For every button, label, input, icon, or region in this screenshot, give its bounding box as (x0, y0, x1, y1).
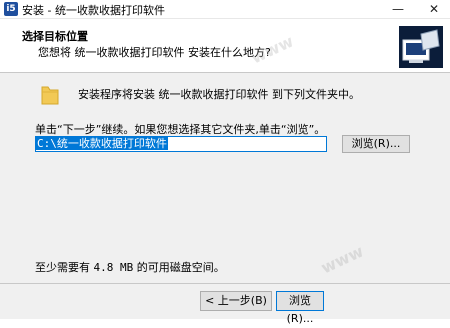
title-bar: i5 安装 - 统一收款收据打印软件 — ✕ (0, 0, 450, 19)
instruction-text: 单击“下一步”继续。如果您想选择其它文件夹,单击“浏览”。 (35, 123, 326, 136)
disk-space-requirement: 至少需要有 4.8 MB 的可用磁盘空间。 (35, 259, 225, 275)
back-button[interactable]: < 上一步(B) (200, 291, 272, 311)
install-path-value: C:\统一收款收据打印软件 (36, 137, 168, 150)
wizard-footer: < 上一步(B) 浏览(R)... (0, 283, 450, 325)
minimize-button[interactable]: — (382, 0, 414, 18)
next-button[interactable]: 浏览(R)... (276, 291, 324, 325)
space-value: 4.8 MB (93, 261, 134, 274)
folder-message: 安装程序将安装 统一收款收据打印软件 到下列文件夹中。 (78, 88, 360, 101)
install-path-input[interactable]: C:\统一收款收据打印软件 (35, 136, 327, 152)
computer-setup-icon (399, 26, 443, 68)
page-subtitle: 您想将 统一收款收据打印软件 安装在什么地方? (38, 46, 271, 59)
wizard-body: 安装程序将安装 统一收款收据打印软件 到下列文件夹中。 单击“下一步”继续。如果… (0, 73, 450, 283)
app-icon: i5 (4, 2, 18, 16)
close-button[interactable]: ✕ (418, 0, 450, 18)
window-title: 安装 - 统一收款收据打印软件 (22, 4, 165, 17)
page-title: 选择目标位置 (22, 30, 88, 43)
wizard-header: 选择目标位置 您想将 统一收款收据打印软件 安装在什么地方? (0, 19, 450, 73)
folder-icon (41, 86, 59, 105)
space-suffix: 的可用磁盘空间。 (133, 261, 225, 274)
browse-button[interactable]: 浏览(R)... (342, 135, 410, 153)
space-prefix: 至少需要有 (35, 261, 94, 274)
